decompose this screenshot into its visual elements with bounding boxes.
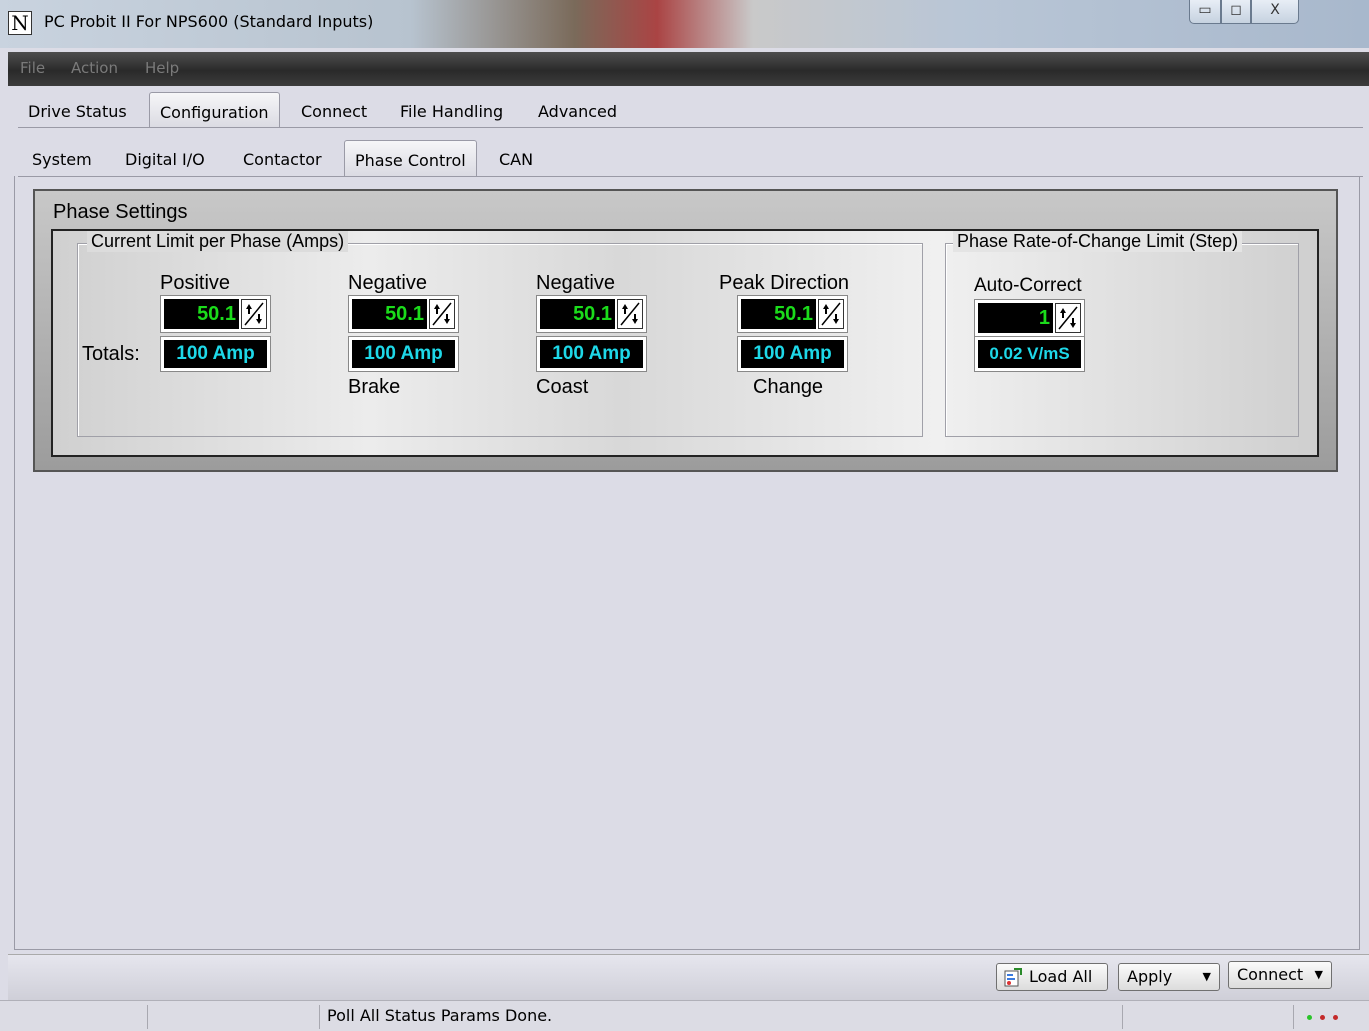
status-divider [319,1005,320,1029]
status-led-green-icon [1307,1015,1312,1020]
tab-file-handling[interactable]: File Handling [390,98,513,128]
tab-divider [18,127,1363,128]
up-down-arrows-icon[interactable] [1055,303,1081,333]
peak-direction-total: 100 Amp [741,340,844,368]
negative-coast-total: 100 Amp [540,340,643,368]
positive-total: 100 Amp [164,340,267,368]
up-down-arrows-icon[interactable] [429,299,455,329]
positive-label: Positive [160,272,231,294]
auto-correct-stepper[interactable]: 1 [974,299,1085,337]
brake-label: Brake [348,376,401,398]
tab-contactor[interactable]: Contactor [233,146,332,176]
load-all-button[interactable]: Load All [996,963,1108,991]
status-message: Poll All Status Params Done. [327,1006,553,1025]
menu-file[interactable]: File [20,59,45,77]
status-divider [1122,1005,1123,1029]
app-logo-icon: N [8,11,32,35]
bottom-toolbar: Load All Apply ▼ Connect ▼ [8,954,1369,1000]
rate-limit-title: Phase Rate-of-Change Limit (Step) [953,231,1243,252]
chevron-down-icon[interactable]: ▼ [1203,964,1211,989]
status-divider [147,1005,148,1029]
tab-phase-control[interactable]: Phase Control [344,140,477,177]
apply-button[interactable]: Apply ▼ [1118,963,1220,991]
auto-correct-rate: 0.02 V/mS [978,340,1081,368]
negative-brake-value[interactable]: 50.1 [352,299,427,329]
status-bar: Poll All Status Params Done. [0,1000,1369,1031]
peak-direction-total-display: 100 Amp [737,336,848,372]
tab-system[interactable]: System [22,146,102,176]
current-limit-title: Current Limit per Phase (Amps) [87,231,349,252]
negative-coast-total-display: 100 Amp [536,336,647,372]
totals-label: Totals: [82,343,140,365]
close-button[interactable]: X [1251,0,1299,24]
auto-correct-label: Auto-Correct [974,275,1082,296]
maximize-button[interactable]: ◻ [1221,0,1251,24]
negative-brake-stepper[interactable]: 50.1 [348,295,459,333]
apply-label: Apply [1127,967,1173,986]
negative-coast-stepper[interactable]: 50.1 [536,295,647,333]
auto-correct-value[interactable]: 1 [978,303,1053,333]
load-icon [1004,968,1022,987]
auto-correct-display: 0.02 V/mS [974,336,1085,372]
load-all-label: Load All [1029,967,1093,986]
tab-connect[interactable]: Connect [291,98,377,128]
peak-direction-label: Peak Direction [719,272,850,294]
phase-settings-inner: Current Limit per Phase (Amps) Totals: P… [51,229,1319,457]
title-bar: N PC Probit II For NPS600 (Standard Inpu… [0,0,1369,48]
negative-coast-label: Negative [536,272,615,294]
phase-settings-panel: Phase Settings Current Limit per Phase (… [33,189,1338,472]
up-down-arrows-icon[interactable] [241,299,267,329]
status-divider [1293,1005,1294,1029]
up-down-arrows-icon[interactable] [818,299,844,329]
phase-settings-title: Phase Settings [53,201,188,223]
chevron-down-icon[interactable]: ▼ [1315,962,1323,987]
negative-coast-value[interactable]: 50.1 [540,299,615,329]
status-led-red-icon [1320,1015,1325,1020]
positive-total-display: 100 Amp [160,336,271,372]
connect-label: Connect [1237,965,1304,984]
menu-bar: File Action Help [8,52,1369,86]
window-title: PC Probit II For NPS600 (Standard Inputs… [44,12,374,31]
positive-stepper[interactable]: 50.1 [160,295,271,333]
status-led-red-icon [1333,1015,1338,1020]
tab-drive-status[interactable]: Drive Status [18,98,137,128]
negative-brake-total-display: 100 Amp [348,336,459,372]
peak-direction-stepper[interactable]: 50.1 [737,295,848,333]
up-down-arrows-icon[interactable] [617,299,643,329]
positive-value[interactable]: 50.1 [164,299,239,329]
connect-button[interactable]: Connect ▼ [1228,961,1332,989]
tab-digital-io[interactable]: Digital I/O [115,146,215,176]
tab-can[interactable]: CAN [489,146,543,176]
negative-brake-label: Negative [348,272,427,294]
tab-advanced[interactable]: Advanced [528,98,627,128]
menu-help[interactable]: Help [145,59,179,77]
negative-brake-total: 100 Amp [352,340,455,368]
peak-direction-value[interactable]: 50.1 [741,299,816,329]
minimize-button[interactable]: ▭ [1189,0,1221,24]
coast-label: Coast [536,376,589,398]
tab-configuration[interactable]: Configuration [149,92,280,128]
menu-action[interactable]: Action [71,59,118,77]
change-label: Change [753,376,824,398]
